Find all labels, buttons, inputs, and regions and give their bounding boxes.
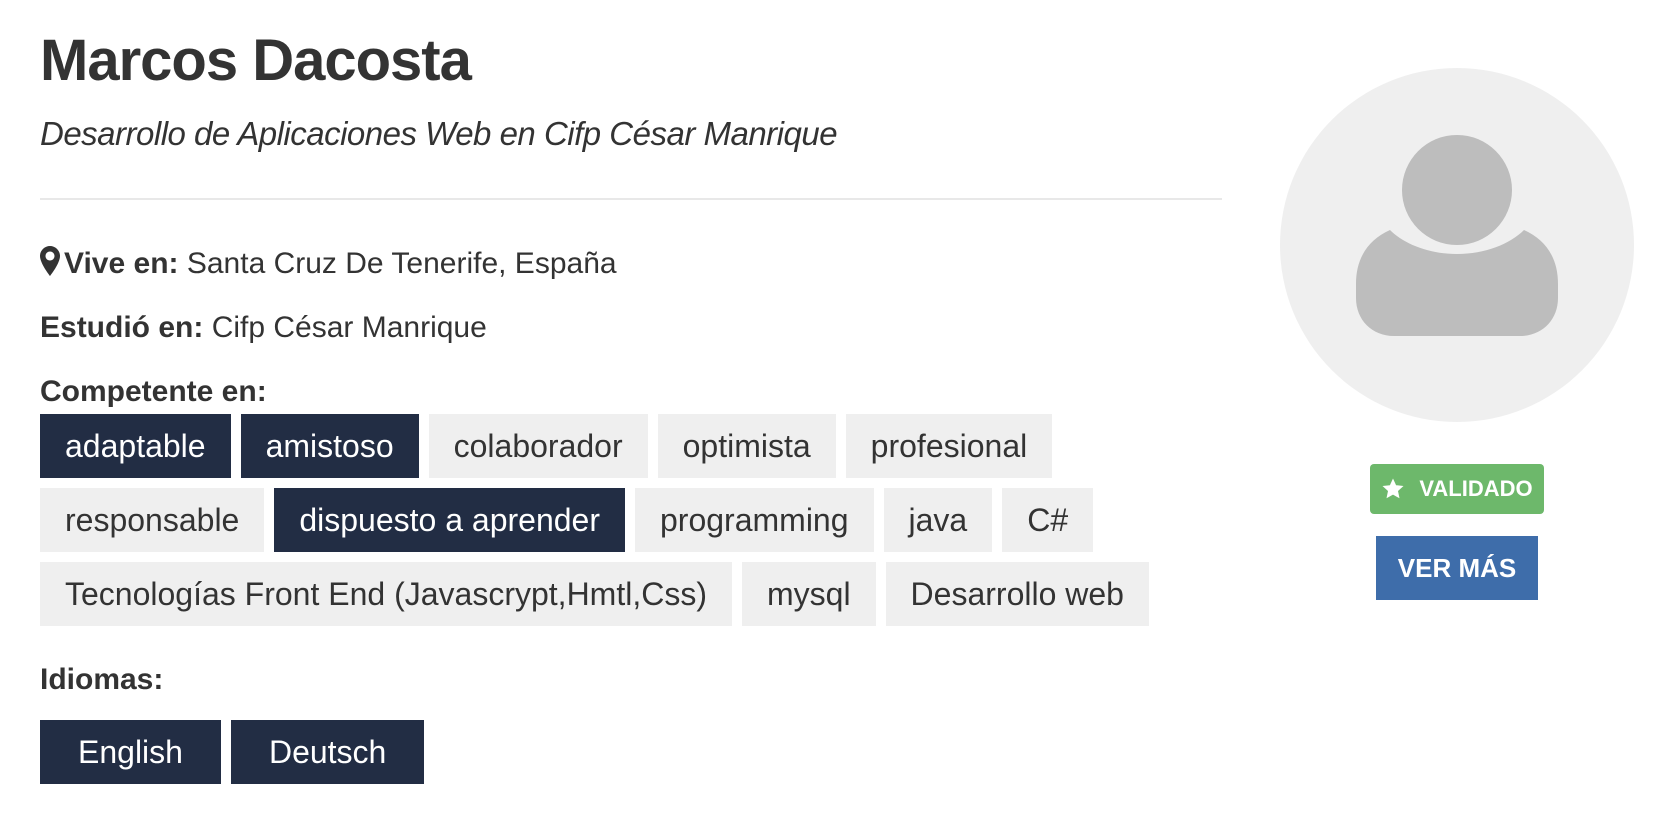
language-tag: English — [40, 720, 221, 784]
skill-tag: programming — [635, 488, 874, 552]
languages-list: English Deutsch — [40, 720, 425, 784]
skill-tag: adaptable — [40, 414, 231, 478]
lives-in-value: Santa Cruz De Tenerife, España — [186, 247, 617, 280]
skill-tag: amistoso — [240, 414, 419, 478]
profile-card: Marcos Dacosta Desarrollo de Aplicacione… — [0, 0, 1664, 826]
divider — [40, 198, 1222, 200]
skill-tag: Desarrollo web — [885, 562, 1149, 626]
studied-at-label: Estudió en: — [40, 311, 204, 344]
language-tag: Deutsch — [230, 720, 425, 784]
competent-in-label: Competente en: — [40, 375, 267, 408]
skill-tag: C# — [1002, 488, 1094, 552]
skill-tag: mysql — [741, 562, 876, 626]
avatar — [1280, 68, 1634, 422]
star-icon — [1381, 477, 1405, 501]
validated-badge: VALIDADO — [1370, 464, 1544, 514]
skill-tag: profesional — [845, 414, 1053, 478]
profile-subtitle: Desarrollo de Aplicaciones Web en Cifp C… — [40, 115, 838, 152]
validated-label: VALIDADO — [1419, 476, 1533, 501]
studied-at-value: Cifp César Manrique — [211, 311, 487, 344]
skill-tag: java — [883, 488, 993, 552]
skill-tag: responsable — [40, 488, 265, 552]
profile-name: Marcos Dacosta — [40, 28, 472, 93]
lives-in-label: Vive en: — [64, 247, 179, 280]
skill-tag: dispuesto a aprender — [274, 488, 625, 552]
skills-list: adaptable amistoso colaborador optimista… — [40, 414, 1160, 626]
see-more-button[interactable]: VER MÁS — [1376, 536, 1538, 600]
map-marker-icon — [40, 246, 60, 276]
studied-at-row: Estudió en: Cifp César Manrique — [40, 308, 487, 348]
skill-tag: Tecnologías Front End (Javascrypt,Hmtl,C… — [40, 562, 732, 626]
languages-label: Idiomas: — [40, 663, 164, 696]
skill-tag: colaborador — [428, 414, 648, 478]
user-avatar-icon — [1356, 135, 1558, 336]
lives-in-row: Vive en: Santa Cruz De Tenerife, España — [40, 244, 617, 284]
skill-tag: optimista — [657, 414, 836, 478]
